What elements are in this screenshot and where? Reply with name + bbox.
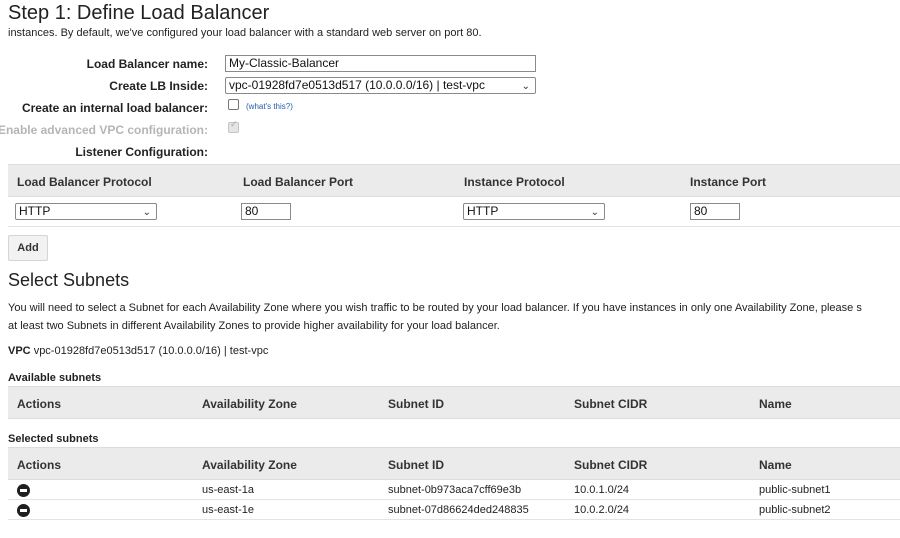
col-actions: Actions xyxy=(17,458,62,472)
col-lb-protocol: Load Balancer Protocol xyxy=(17,175,152,189)
col-availability-zone: Availability Zone xyxy=(202,458,297,472)
whats-this-link[interactable]: (what's this?) xyxy=(246,102,293,111)
remove-icon[interactable] xyxy=(17,484,30,497)
subnet-name: public-subnet2 xyxy=(759,504,831,516)
lb-name-label: Load Balancer name: xyxy=(86,57,208,71)
available-subnets-title: Available subnets xyxy=(8,372,102,384)
page-title: Step 1: Define Load Balancer xyxy=(8,2,270,24)
internal-lb-label: Create an internal load balancer: xyxy=(21,101,208,115)
create-inside-value: vpc-01928fd7e0513d517 (10.0.0.0/16) | te… xyxy=(229,78,485,92)
listener-config-label: Listener Configuration: xyxy=(75,145,208,159)
vpc-value: vpc-01928fd7e0513d517 (10.0.0.0/16) | te… xyxy=(33,345,269,357)
listener-table-header: Load Balancer Protocol Load Balancer Por… xyxy=(8,164,900,197)
col-subnet-id: Subnet ID xyxy=(388,397,444,411)
col-subnet-cidr: Subnet CIDR xyxy=(574,458,648,472)
select-subnets-title: Select Subnets xyxy=(8,270,130,290)
create-inside-select[interactable]: vpc-01928fd7e0513d517 (10.0.0.0/16) | te… xyxy=(225,77,536,94)
col-subnet-id: Subnet ID xyxy=(388,458,444,472)
instance-protocol-select[interactable]: HTTP ⌄ xyxy=(463,203,605,220)
vpc-label: VPC xyxy=(8,345,31,357)
subnet-name: public-subnet1 xyxy=(759,484,831,496)
col-availability-zone: Availability Zone xyxy=(202,397,297,411)
vpc-info: VPC vpc-01928fd7e0513d517 (10.0.0.0/16) … xyxy=(8,345,268,357)
col-instance-protocol: Instance Protocol xyxy=(464,175,565,189)
subnet-az: us-east-1e xyxy=(202,504,254,516)
lb-protocol-value: HTTP xyxy=(19,204,51,218)
intro-text: instances. By default, we've configured … xyxy=(8,27,482,39)
listener-row-divider xyxy=(8,226,900,227)
col-lb-port: Load Balancer Port xyxy=(243,175,354,189)
col-subnet-cidr: Subnet CIDR xyxy=(574,397,648,411)
create-inside-label: Create LB Inside: xyxy=(109,79,208,93)
internal-lb-checkbox[interactable] xyxy=(228,99,239,110)
advanced-vpc-label: Enable advanced VPC configuration: xyxy=(0,123,208,137)
col-name: Name xyxy=(759,458,792,472)
add-listener-button[interactable]: Add xyxy=(8,235,48,261)
subnet-az: us-east-1a xyxy=(202,484,254,496)
subnet-id: subnet-0b973aca7cff69e3b xyxy=(388,484,522,496)
instance-port-input[interactable]: 80 xyxy=(690,203,740,220)
subnet-id: subnet-07d86624ded248835 xyxy=(388,504,529,516)
instance-protocol-value: HTTP xyxy=(467,204,499,218)
available-subnets-header: Actions Availability Zone Subnet ID Subn… xyxy=(8,386,900,419)
selected-subnets-header: Actions Availability Zone Subnet ID Subn… xyxy=(8,447,900,480)
chevron-down-icon: ⌄ xyxy=(142,207,151,218)
col-instance-port: Instance Port xyxy=(690,175,767,189)
subnets-desc-line1: You will need to select a Subnet for eac… xyxy=(8,302,862,314)
chevron-down-icon: ⌄ xyxy=(521,81,530,92)
subnet-cidr: 10.0.1.0/24 xyxy=(574,484,630,496)
remove-icon[interactable] xyxy=(17,504,30,517)
table-row: us-east-1a subnet-0b973aca7cff69e3b 10.0… xyxy=(8,481,900,500)
advanced-vpc-checkbox xyxy=(228,120,239,133)
subnets-desc-line2: at least two Subnets in different Availa… xyxy=(8,320,500,332)
chevron-down-icon: ⌄ xyxy=(590,207,599,218)
col-name: Name xyxy=(759,397,792,411)
col-actions: Actions xyxy=(17,397,62,411)
lb-protocol-select[interactable]: HTTP ⌄ xyxy=(15,203,157,220)
lb-name-input[interactable]: My-Classic-Balancer xyxy=(225,55,536,72)
selected-subnets-title: Selected subnets xyxy=(8,433,99,445)
lb-port-input[interactable]: 80 xyxy=(241,203,291,220)
table-row: us-east-1e subnet-07d86624ded248835 10.0… xyxy=(8,501,900,520)
subnet-cidr: 10.0.2.0/24 xyxy=(574,504,630,516)
